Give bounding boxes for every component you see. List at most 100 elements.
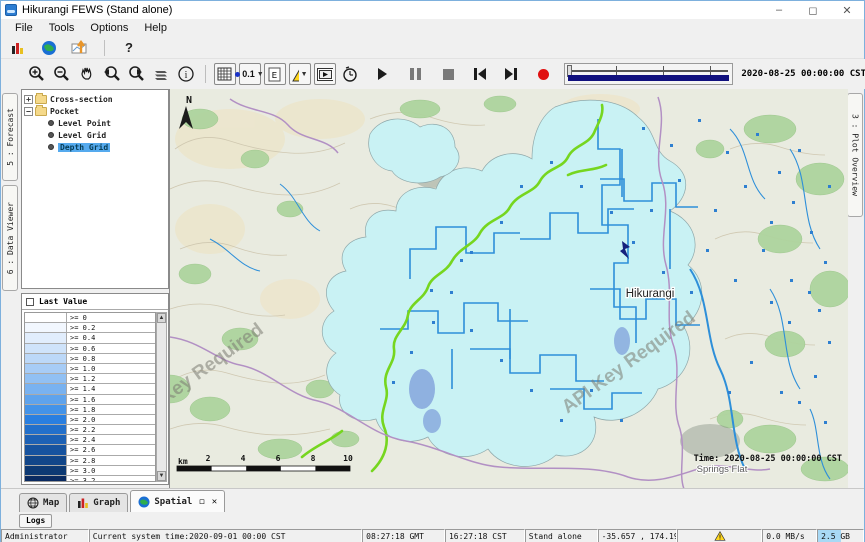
legend-row[interactable]: >= 0.6 <box>25 344 155 354</box>
legend-color-swatch <box>25 415 67 424</box>
layer-tree-panel[interactable]: + Cross-section − Pocket Level Point Lev… <box>21 89 169 289</box>
info-icon[interactable]: i <box>175 63 197 85</box>
application-window: Hikurangi FEWS (Stand alone) – ◻ ✕ File … <box>0 0 865 542</box>
expand-plus-icon[interactable]: + <box>24 95 33 104</box>
legend-color-swatch <box>25 313 67 322</box>
status-memory: 2.5 GB <box>817 529 864 542</box>
tab-plot-overview[interactable]: 3 : Plot Overview <box>847 93 863 217</box>
tab-maximize-icon[interactable]: ◻ <box>199 497 204 507</box>
legend-color-swatch <box>25 405 67 414</box>
legend-row[interactable]: >= 1.0 <box>25 364 155 374</box>
legend-row[interactable]: >= 0.8 <box>25 354 155 364</box>
zoom-in-icon[interactable] <box>25 63 47 85</box>
globe-map-icon[interactable] <box>38 37 60 59</box>
label-toggle-button[interactable]: E <box>264 63 286 85</box>
logs-tab[interactable]: Logs <box>19 514 52 528</box>
layers-icon[interactable] <box>150 63 172 85</box>
zoom-out-icon[interactable] <box>50 63 72 85</box>
svg-text:i: i <box>185 70 188 81</box>
help-button[interactable]: ? <box>118 37 140 59</box>
legend-class-label: >= 2.6 <box>67 445 95 454</box>
legend-scrollbar[interactable]: ▲ ▼ <box>156 312 167 482</box>
legend-class-label: >= 3.2 <box>67 476 95 482</box>
warning-icon: ! <box>714 531 726 541</box>
minimize-button[interactable]: – <box>762 2 796 19</box>
tab-forecast[interactable]: 5 : Forecast <box>2 93 18 181</box>
tree-item-level-point[interactable]: Level Point <box>48 117 166 129</box>
stop-button[interactable] <box>438 63 460 85</box>
menu-help[interactable]: Help <box>136 20 175 36</box>
node-bullet-icon <box>48 120 54 126</box>
svg-text:6: 6 <box>276 454 281 463</box>
tab-spatial-label: Spatial <box>154 497 192 507</box>
status-warning-cell[interactable]: ! <box>677 529 762 542</box>
legend-color-swatch <box>25 445 67 454</box>
legend-color-swatch <box>25 344 67 353</box>
zoom-previous-icon[interactable] <box>100 63 122 85</box>
legend-row[interactable]: >= 0.2 <box>25 323 155 333</box>
last-value-checkbox[interactable] <box>26 298 34 306</box>
menu-file[interactable]: File <box>7 20 41 36</box>
legend-row[interactable]: >= 1.4 <box>25 384 155 394</box>
title-bar[interactable]: Hikurangi FEWS (Stand alone) – ◻ ✕ <box>1 1 864 19</box>
tab-data-viewer[interactable]: 6 : Data Viewer <box>2 185 18 291</box>
legend-color-swatch <box>25 466 67 475</box>
tree-item-level-grid[interactable]: Level Grid <box>48 129 166 141</box>
scroll-up-icon[interactable]: ▲ <box>157 313 166 323</box>
folder-icon <box>35 107 47 116</box>
zoom-next-icon[interactable] <box>125 63 147 85</box>
status-bandwidth: 0.0 MB/s <box>762 529 817 542</box>
pan-hand-icon[interactable] <box>75 63 97 85</box>
time-slider[interactable] <box>564 63 734 85</box>
collapse-minus-icon[interactable]: − <box>24 107 33 116</box>
legend-class-table: >= 0 >= 0.2 >= 0.4 >= 0.6 >= 0.8 >= 1.0 … <box>24 312 156 482</box>
timer-clock-icon[interactable] <box>339 63 361 85</box>
map-view[interactable]: API Key Required API Key Required N Hiku… <box>169 89 848 488</box>
legend-color-swatch <box>25 395 67 404</box>
record-button[interactable] <box>533 63 555 85</box>
tab-graph[interactable]: Graph <box>69 493 128 512</box>
legend-class-label: >= 1.2 <box>67 374 95 383</box>
grid-display-button[interactable] <box>214 63 236 85</box>
legend-row[interactable]: >= 2.8 <box>25 456 155 466</box>
legend-row[interactable]: >= 1.6 <box>25 395 155 405</box>
legend-row[interactable]: >= 0.4 <box>25 333 155 343</box>
animation-movie-button[interactable] <box>314 63 336 85</box>
explorer-chart-icon[interactable] <box>7 37 29 59</box>
legend-row[interactable]: >= 0 <box>25 313 155 323</box>
legend-color-swatch <box>25 384 67 393</box>
legend-row[interactable]: >= 3.0 <box>25 466 155 476</box>
tree-item-cross-section[interactable]: + Cross-section <box>24 93 166 105</box>
right-dock-strip: 3 : Plot Overview <box>846 89 864 486</box>
skip-to-end-button[interactable] <box>500 63 522 85</box>
legend-row[interactable]: >= 2.6 <box>25 445 155 455</box>
tab-close-icon[interactable]: ✕ <box>212 497 217 507</box>
legend-row[interactable]: >= 2.0 <box>25 415 155 425</box>
legend-row[interactable]: >= 1.8 <box>25 405 155 415</box>
legend-row[interactable]: >= 1.2 <box>25 374 155 384</box>
svg-text:2: 2 <box>206 454 211 463</box>
left-dock-strip: 5 : Forecast 6 : Data Viewer <box>1 89 19 486</box>
skip-to-start-button[interactable] <box>469 63 491 85</box>
app-icon <box>5 4 17 16</box>
profile-display-icon[interactable] <box>69 37 91 59</box>
warning-threshold-dropdown[interactable]: ! ▼ <box>289 63 311 85</box>
legend-row[interactable]: >= 2.2 <box>25 425 155 435</box>
menu-tools[interactable]: Tools <box>41 20 83 36</box>
maximize-button[interactable]: ◻ <box>796 2 830 19</box>
status-coordinates: -35.657 , 174.199 <box>598 529 678 542</box>
play-button[interactable] <box>372 63 394 85</box>
scroll-down-icon[interactable]: ▼ <box>157 471 166 481</box>
tree-item-pocket[interactable]: − Pocket <box>24 105 166 117</box>
tab-map[interactable]: Map <box>19 493 67 512</box>
pause-button[interactable] <box>405 63 427 85</box>
tree-item-depth-grid[interactable]: Depth Grid <box>48 141 166 153</box>
legend-row[interactable]: >= 2.4 <box>25 435 155 445</box>
close-button[interactable]: ✕ <box>830 2 864 19</box>
grid-interval-dropdown[interactable]: 0.1 ▼ <box>239 63 261 85</box>
menu-options[interactable]: Options <box>82 20 136 36</box>
legend-row[interactable]: >= 3.2 <box>25 476 155 482</box>
legend-color-swatch <box>25 333 67 342</box>
tab-spatial[interactable]: Spatial ◻ ✕ <box>130 490 225 512</box>
tree-item-label: Cross-section <box>50 95 113 104</box>
